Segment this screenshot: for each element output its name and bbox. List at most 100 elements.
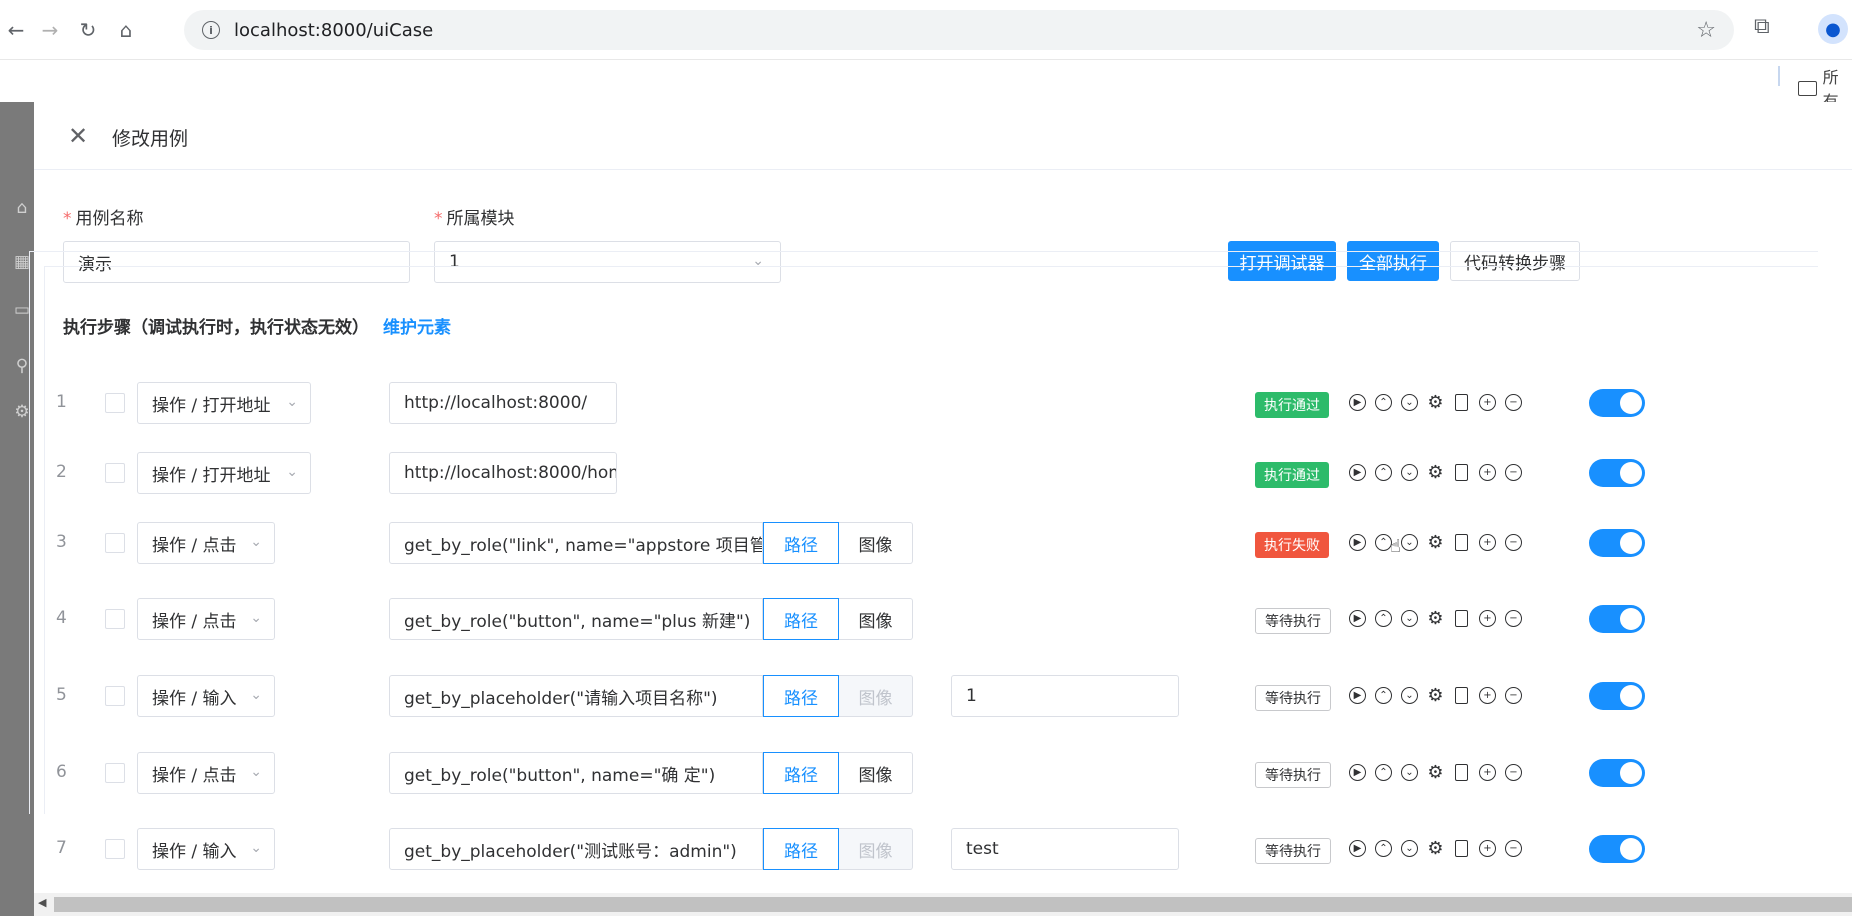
gear-icon[interactable]: ⚙ [1427,463,1444,481]
step-type-select[interactable]: 操作 / 点击 ⌄ [137,598,275,640]
close-icon[interactable]: ✕ [66,124,90,148]
copy-icon[interactable] [1455,764,1468,781]
plus-circle-icon[interactable]: + [1479,840,1496,857]
step-locator-input[interactable]: get_by_role("button", name="确 定") [389,752,763,794]
step-locator-input[interactable]: get_by_placeholder("测试账号：admin") [389,828,763,870]
step-type-select[interactable]: 操作 / 打开地址 ⌄ [137,452,311,494]
path-button[interactable]: 路径 [763,522,839,564]
horizontal-scrollbar[interactable]: ◀ [34,893,1852,916]
step-checkbox[interactable] [105,393,125,413]
plus-circle-icon[interactable]: + [1479,394,1496,411]
move-down-icon[interactable]: ⌄ [1401,534,1418,551]
scrollbar-thumb[interactable] [54,897,1852,912]
copy-icon[interactable] [1455,464,1468,481]
home-icon[interactable]: ⌂ [110,14,142,46]
minus-circle-icon[interactable]: − [1505,840,1522,857]
step-locator-input[interactable]: get_by_placeholder("请输入项目名称") [389,675,763,717]
bookmark-star-icon[interactable]: ☆ [1696,18,1716,43]
enable-toggle[interactable] [1589,605,1645,633]
minus-circle-icon[interactable]: − [1505,394,1522,411]
address-bar[interactable]: i localhost:8000/uiCase ☆ [184,10,1734,50]
reload-icon[interactable]: ↻ [72,14,104,46]
step-value-input[interactable]: test [951,828,1179,870]
gear-icon[interactable]: ⚙ [1427,533,1444,551]
step-type-select[interactable]: 操作 / 输入 ⌄ [137,828,275,870]
play-icon[interactable]: ▶ [1349,394,1366,411]
move-up-icon[interactable]: ⌃ [1375,394,1392,411]
path-button[interactable]: 路径 [763,752,839,794]
image-button[interactable]: 图像 [839,598,913,640]
play-icon[interactable]: ▶ [1349,764,1366,781]
forward-icon[interactable]: → [34,14,66,46]
step-value-input[interactable]: 1 [951,675,1179,717]
move-up-icon[interactable]: ⌃ [1375,764,1392,781]
step-type-select[interactable]: 操作 / 输入 ⌄ [137,675,275,717]
step-checkbox[interactable] [105,609,125,629]
gear-icon[interactable]: ⚙ [1427,393,1444,411]
plus-circle-icon[interactable]: + [1479,610,1496,627]
gear-icon[interactable]: ⚙ [1427,839,1444,857]
scroll-left-icon[interactable]: ◀ [38,896,46,909]
move-up-icon[interactable]: ⌃ [1375,610,1392,627]
copy-icon[interactable] [1455,687,1468,704]
extensions-icon[interactable]: ⧉ [1754,14,1770,39]
step-locator-input[interactable]: http://localhost:8000/ [389,382,617,424]
plus-circle-icon[interactable]: + [1479,464,1496,481]
step-locator-input[interactable]: get_by_role("button", name="plus 新建") [389,598,763,640]
step-checkbox[interactable] [105,463,125,483]
copy-icon[interactable] [1455,534,1468,551]
step-checkbox[interactable] [105,533,125,553]
minus-circle-icon[interactable]: − [1505,464,1522,481]
move-down-icon[interactable]: ⌄ [1401,687,1418,704]
play-icon[interactable]: ▶ [1349,534,1366,551]
enable-toggle[interactable] [1589,459,1645,487]
step-type-select[interactable]: 操作 / 点击 ⌄ [137,752,275,794]
enable-toggle[interactable] [1589,529,1645,557]
minus-circle-icon[interactable]: − [1505,687,1522,704]
step-type-select[interactable]: 操作 / 点击 ⌄ [137,522,275,564]
move-down-icon[interactable]: ⌄ [1401,610,1418,627]
play-icon[interactable]: ▶ [1349,610,1366,627]
image-button[interactable]: 图像 [839,752,913,794]
move-up-icon[interactable]: ⌃ [1375,840,1392,857]
copy-icon[interactable] [1455,610,1468,627]
enable-toggle[interactable] [1589,389,1645,417]
plus-circle-icon[interactable]: + [1479,687,1496,704]
toggle-knob [1620,762,1642,784]
plus-circle-icon[interactable]: + [1479,764,1496,781]
site-info-icon[interactable]: i [202,21,220,39]
minus-circle-icon[interactable]: − [1505,764,1522,781]
step-locator-input[interactable]: get_by_role("link", name="appstore 项目管理 [389,522,763,564]
gear-icon[interactable]: ⚙ [1427,686,1444,704]
step-checkbox[interactable] [105,686,125,706]
plus-circle-icon[interactable]: + [1479,534,1496,551]
image-button[interactable]: 图像 [839,522,913,564]
move-down-icon[interactable]: ⌄ [1401,394,1418,411]
play-icon[interactable]: ▶ [1349,840,1366,857]
enable-toggle[interactable] [1589,835,1645,863]
gear-icon[interactable]: ⚙ [1427,763,1444,781]
move-down-icon[interactable]: ⌄ [1401,840,1418,857]
step-locator-input[interactable]: http://localhost:8000/hom [389,452,617,494]
enable-toggle[interactable] [1589,759,1645,787]
play-icon[interactable]: ▶ [1349,464,1366,481]
path-button[interactable]: 路径 [763,598,839,640]
gear-icon[interactable]: ⚙ [1427,609,1444,627]
back-icon[interactable]: ← [0,14,32,46]
move-up-icon[interactable]: ⌃ [1375,464,1392,481]
move-down-icon[interactable]: ⌄ [1401,764,1418,781]
copy-icon[interactable] [1455,840,1468,857]
step-type-select[interactable]: 操作 / 打开地址 ⌄ [137,382,311,424]
play-icon[interactable]: ▶ [1349,687,1366,704]
minus-circle-icon[interactable]: − [1505,534,1522,551]
move-down-icon[interactable]: ⌄ [1401,464,1418,481]
move-up-icon[interactable]: ⌃ [1375,687,1392,704]
minus-circle-icon[interactable]: − [1505,610,1522,627]
path-button[interactable]: 路径 [763,675,839,717]
profile-avatar-icon[interactable]: ● [1818,14,1848,44]
copy-icon[interactable] [1455,394,1468,411]
enable-toggle[interactable] [1589,682,1645,710]
step-checkbox[interactable] [105,763,125,783]
step-checkbox[interactable] [105,839,125,859]
path-button[interactable]: 路径 [763,828,839,870]
